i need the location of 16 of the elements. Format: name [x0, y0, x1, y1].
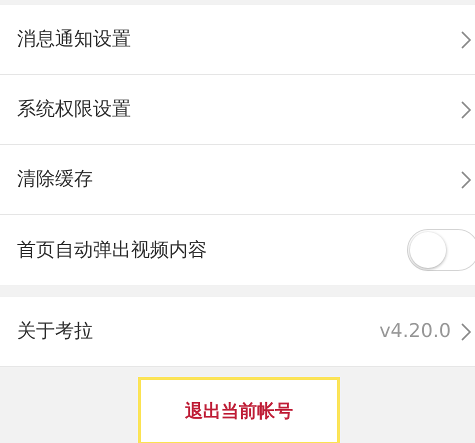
settings-row[interactable]: 系统权限设置 [0, 75, 475, 145]
settings-row[interactable]: 关于考拉 v4.20.0 [0, 297, 475, 367]
chevron-right-icon [461, 170, 471, 188]
settings-row[interactable]: 清除缓存 [0, 145, 475, 215]
settings-row[interactable]: 消息通知设置 [0, 5, 475, 75]
version-text: v4.20.0 [379, 319, 451, 344]
toggle-switch[interactable] [407, 229, 475, 271]
row-label: 关于考拉 [17, 319, 94, 344]
chevron-right-icon [461, 30, 471, 48]
row-label: 消息通知设置 [17, 27, 132, 52]
logout-button[interactable]: 退出当前帐号 [141, 380, 337, 442]
row-label: 清除缓存 [17, 167, 94, 192]
row-label: 系统权限设置 [17, 97, 132, 122]
chevron-right-icon [461, 322, 471, 340]
chevron-right-icon [461, 100, 471, 118]
row-label: 首页自动弹出视频内容 [17, 238, 208, 263]
